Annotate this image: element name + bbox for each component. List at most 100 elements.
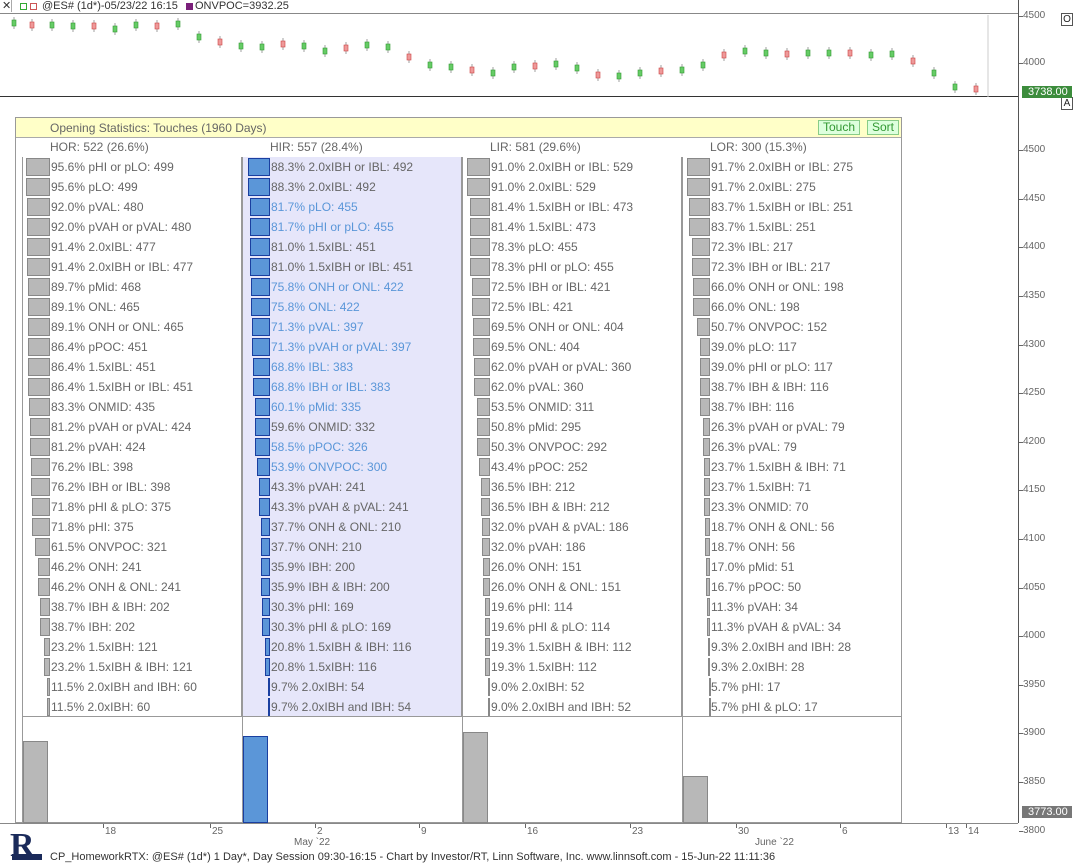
stats-row[interactable]: 86.4% 1.5xIBL: 451	[23, 357, 243, 377]
stats-row[interactable]: 32.0% pVAH & pVAL: 186	[463, 517, 683, 537]
stats-row[interactable]: 9.7% 2.0xIBH and IBH: 54	[243, 697, 463, 717]
stats-row[interactable]: 23.7% 1.5xIBH & IBH: 71	[683, 457, 903, 477]
stats-row[interactable]: 20.8% 1.5xIBH & IBH: 116	[243, 637, 463, 657]
stats-row[interactable]: 92.0% pVAH or pVAL: 480	[23, 217, 243, 237]
stats-row[interactable]: 66.0% ONL: 198	[683, 297, 903, 317]
stats-row[interactable]: 83.7% 1.5xIBL: 251	[683, 217, 903, 237]
auto-scale-button[interactable]: A	[1061, 97, 1073, 110]
stats-row[interactable]: 50.8% pMid: 295	[463, 417, 683, 437]
stats-row[interactable]: 61.5% ONVPOC: 321	[23, 537, 243, 557]
stats-row[interactable]: 19.3% 1.5xIBH & IBH: 112	[463, 637, 683, 657]
stats-row[interactable]: 92.0% pVAL: 480	[23, 197, 243, 217]
stats-row[interactable]: 86.4% pPOC: 451	[23, 337, 243, 357]
stats-row[interactable]: 9.3% 2.0xIBH and IBH: 28	[683, 637, 903, 657]
stats-row[interactable]: 81.2% pVAH or pVAL: 424	[23, 417, 243, 437]
stats-row[interactable]: 83.3% ONMID: 435	[23, 397, 243, 417]
stats-row[interactable]: 30.3% pHI: 169	[243, 597, 463, 617]
stats-row[interactable]: 39.0% pLO: 117	[683, 337, 903, 357]
stats-row[interactable]: 20.8% 1.5xIBH: 116	[243, 657, 463, 677]
stats-row[interactable]: 76.2% IBL: 398	[23, 457, 243, 477]
stats-row[interactable]: 18.7% ONH & ONL: 56	[683, 517, 903, 537]
options-button[interactable]: O	[1061, 13, 1073, 26]
stats-row[interactable]: 9.3% 2.0xIBH: 28	[683, 657, 903, 677]
stats-row[interactable]: 38.7% IBH & IBH: 116	[683, 377, 903, 397]
stats-row[interactable]: 88.3% 2.0xIBL: 492	[243, 177, 463, 197]
stats-row[interactable]: 69.5% ONH or ONL: 404	[463, 317, 683, 337]
stats-row[interactable]: 26.3% pVAL: 79	[683, 437, 903, 457]
stats-row[interactable]: 81.7% pLO: 455	[243, 197, 463, 217]
stats-row[interactable]: 19.6% pHI: 114	[463, 597, 683, 617]
stats-row[interactable]: 11.3% pVAH & pVAL: 34	[683, 617, 903, 637]
stats-row[interactable]: 78.3% pHI or pLO: 455	[463, 257, 683, 277]
stats-row[interactable]: 88.3% 2.0xIBH or IBL: 492	[243, 157, 463, 177]
stats-row[interactable]: 95.6% pHI or pLO: 499	[23, 157, 243, 177]
chart-icon-2[interactable]	[30, 3, 37, 10]
chart-icon[interactable]	[20, 3, 27, 10]
stats-row[interactable]: 62.0% pVAH or pVAL: 360	[463, 357, 683, 377]
price-mini-pane[interactable]	[0, 15, 1018, 97]
stats-row[interactable]: 81.7% pHI or pLO: 455	[243, 217, 463, 237]
stats-row[interactable]: 23.3% ONMID: 70	[683, 497, 903, 517]
date-axis[interactable]: 18 25 2 9 16 23 30 6 13 14 May `22 June `22	[0, 823, 1018, 849]
stats-row[interactable]: 71.3% pVAH or pVAL: 397	[243, 337, 463, 357]
stats-row[interactable]: 91.4% 2.0xIBL: 477	[23, 237, 243, 257]
stats-row[interactable]: 50.3% ONVPOC: 292	[463, 437, 683, 457]
stats-row[interactable]: 68.8% IBH or IBL: 383	[243, 377, 463, 397]
stats-row[interactable]: 11.3% pVAH: 34	[683, 597, 903, 617]
stats-row[interactable]: 91.0% 2.0xIBH or IBL: 529	[463, 157, 683, 177]
stats-row[interactable]: 72.3% IBH or IBL: 217	[683, 257, 903, 277]
stats-row[interactable]: 95.6% pLO: 499	[23, 177, 243, 197]
stats-row[interactable]: 89.1% ONL: 465	[23, 297, 243, 317]
stats-row[interactable]: 68.8% IBL: 383	[243, 357, 463, 377]
stats-row[interactable]: 36.5% IBH: 212	[463, 477, 683, 497]
stats-row[interactable]: 81.2% pVAH: 424	[23, 437, 243, 457]
stats-row[interactable]: 91.7% 2.0xIBL: 275	[683, 177, 903, 197]
stats-row[interactable]: 58.5% pPOC: 326	[243, 437, 463, 457]
stats-row[interactable]: 76.2% IBH or IBL: 398	[23, 477, 243, 497]
stats-row[interactable]: 59.6% ONMID: 332	[243, 417, 463, 437]
sort-button[interactable]: Sort	[867, 120, 900, 135]
stats-row[interactable]: 89.7% pMid: 468	[23, 277, 243, 297]
stats-row[interactable]: 5.7% pHI: 17	[683, 677, 903, 697]
stats-row[interactable]: 78.3% pLO: 455	[463, 237, 683, 257]
close-icon[interactable]: ✕	[2, 0, 12, 12]
stats-row[interactable]: 43.3% pVAH & pVAL: 241	[243, 497, 463, 517]
stats-row[interactable]: 19.6% pHI & pLO: 114	[463, 617, 683, 637]
stats-row[interactable]: 60.1% pMid: 335	[243, 397, 463, 417]
stats-row[interactable]: 35.9% IBH: 200	[243, 557, 463, 577]
stats-row[interactable]: 46.2% ONH & ONL: 241	[23, 577, 243, 597]
stats-row[interactable]: 81.4% 1.5xIBH or IBL: 473	[463, 197, 683, 217]
price-axis[interactable]: 4500 4450 4400 4350 4300 4250 4200 4150 4100 4050…	[1018, 0, 1076, 836]
stats-row[interactable]: 17.0% pMid: 51	[683, 557, 903, 577]
stats-row[interactable]: 50.7% ONVPOC: 152	[683, 317, 903, 337]
stats-row[interactable]: 75.8% ONL: 422	[243, 297, 463, 317]
stats-row[interactable]: 91.0% 2.0xIBL: 529	[463, 177, 683, 197]
stats-row[interactable]: 69.5% ONL: 404	[463, 337, 683, 357]
stats-row[interactable]: 81.0% 1.5xIBL: 451	[243, 237, 463, 257]
stats-row[interactable]: 16.7% pPOC: 50	[683, 577, 903, 597]
stats-row[interactable]: 43.4% pPOC: 252	[463, 457, 683, 477]
stats-row[interactable]: 9.0% 2.0xIBH: 52	[463, 677, 683, 697]
stats-row[interactable]: 81.0% 1.5xIBH or IBL: 451	[243, 257, 463, 277]
stats-row[interactable]: 83.7% 1.5xIBH or IBL: 251	[683, 197, 903, 217]
stats-row[interactable]: 53.9% ONVPOC: 300	[243, 457, 463, 477]
touch-button[interactable]: Touch	[818, 120, 861, 135]
stats-row[interactable]: 11.5% 2.0xIBH: 60	[23, 697, 243, 717]
stats-row[interactable]: 62.0% pVAL: 360	[463, 377, 683, 397]
stats-row[interactable]: 23.2% 1.5xIBH & IBH: 121	[23, 657, 243, 677]
stats-row[interactable]: 72.5% IBL: 421	[463, 297, 683, 317]
stats-row[interactable]: 75.8% ONH or ONL: 422	[243, 277, 463, 297]
stats-row[interactable]: 91.4% 2.0xIBH or IBL: 477	[23, 257, 243, 277]
stats-row[interactable]: 26.0% ONH: 151	[463, 557, 683, 577]
stats-row[interactable]: 53.5% ONMID: 311	[463, 397, 683, 417]
stats-row[interactable]: 39.0% pHI or pLO: 117	[683, 357, 903, 377]
stats-row[interactable]: 91.7% 2.0xIBH or IBL: 275	[683, 157, 903, 177]
stats-row[interactable]: 9.0% 2.0xIBH and IBH: 52	[463, 697, 683, 717]
stats-row[interactable]: 37.7% ONH & ONL: 210	[243, 517, 463, 537]
stats-row[interactable]: 72.3% IBL: 217	[683, 237, 903, 257]
stats-row[interactable]: 23.7% 1.5xIBH: 71	[683, 477, 903, 497]
stats-row[interactable]: 43.3% pVAH: 241	[243, 477, 463, 497]
stats-row[interactable]: 38.7% IBH: 202	[23, 617, 243, 637]
stats-row[interactable]: 66.0% ONH or ONL: 198	[683, 277, 903, 297]
stats-row[interactable]: 38.7% IBH & IBH: 202	[23, 597, 243, 617]
